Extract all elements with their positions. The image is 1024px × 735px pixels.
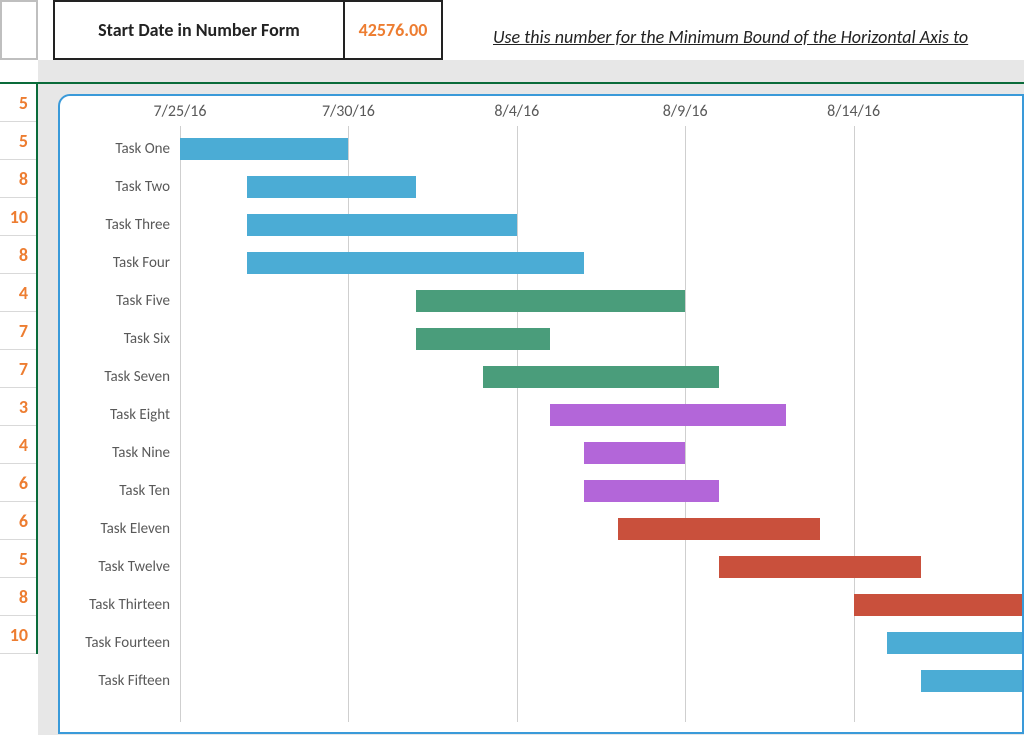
task-bar[interactable]	[618, 518, 820, 540]
chart-container: 7/25/16 7/30/16 8/4/16 8/9/16 8/14/16 Task On…	[38, 82, 1024, 735]
task-bar[interactable]	[247, 176, 415, 198]
task-row: Task Two	[60, 168, 1022, 206]
task-label: Task Six	[60, 330, 180, 348]
task-label: Task Three	[60, 216, 180, 234]
x-tick-label: 8/4/16	[494, 102, 539, 121]
duration-cell[interactable]: 5	[0, 84, 36, 122]
duration-cell[interactable]: 3	[0, 388, 36, 426]
duration-cell[interactable]: 4	[0, 274, 36, 312]
header-row: Start Date in Number Form 42576.00 Use t…	[0, 0, 1024, 60]
plot-area: 7/25/167/30/168/4/168/9/168/14/16Task On…	[180, 126, 1022, 722]
task-bar[interactable]	[483, 366, 719, 388]
duration-cell[interactable]: 5	[0, 122, 36, 160]
bar-track	[180, 434, 1022, 472]
task-label: Task Thirteen	[60, 596, 180, 614]
task-label: Task Ten	[60, 482, 180, 500]
start-date-label-cell: Start Date in Number Form	[53, 0, 343, 60]
task-row: Task Eleven	[60, 510, 1022, 548]
task-label: Task Twelve	[60, 558, 180, 576]
task-label: Task Five	[60, 292, 180, 310]
bar-track	[180, 320, 1022, 358]
task-row: Task Seven	[60, 358, 1022, 396]
bar-track	[180, 586, 1022, 624]
x-tick-label: 8/14/16	[827, 102, 880, 121]
task-row: Task Four	[60, 244, 1022, 282]
bar-track	[180, 358, 1022, 396]
bar-track	[180, 624, 1022, 662]
task-label: Task Two	[60, 178, 180, 196]
bar-track	[180, 244, 1022, 282]
task-row: Task Three	[60, 206, 1022, 244]
duration-column: 55810847734665810	[0, 82, 38, 654]
task-label: Task Seven	[60, 368, 180, 386]
task-bar[interactable]	[719, 556, 921, 578]
task-label: Task Four	[60, 254, 180, 272]
duration-cell[interactable]: 8	[0, 236, 36, 274]
task-label: Task Fifteen	[60, 672, 180, 690]
bar-track	[180, 206, 1022, 244]
task-bar[interactable]	[550, 404, 786, 426]
task-bar[interactable]	[416, 290, 685, 312]
hint-cell: Use this number for the Minimum Bound of…	[443, 0, 1024, 60]
task-row: Task One	[60, 130, 1022, 168]
bar-track	[180, 168, 1022, 206]
task-bar[interactable]	[854, 594, 1022, 616]
start-date-label: Start Date in Number Form	[98, 19, 300, 41]
duration-cell[interactable]: 6	[0, 464, 36, 502]
task-bar[interactable]	[247, 214, 516, 236]
bar-track	[180, 510, 1022, 548]
task-bar[interactable]	[247, 252, 584, 274]
bar-track	[180, 130, 1022, 168]
task-row: Task Ten	[60, 472, 1022, 510]
task-label: Task Nine	[60, 444, 180, 462]
task-bar[interactable]	[584, 480, 719, 502]
gantt-chart[interactable]: 7/25/16 7/30/16 8/4/16 8/9/16 8/14/16 Task On…	[58, 94, 1024, 734]
duration-cell[interactable]: 8	[0, 578, 36, 616]
duration-cell[interactable]: 7	[0, 312, 36, 350]
task-bar[interactable]	[887, 632, 1024, 654]
task-bar[interactable]	[416, 328, 551, 350]
duration-cell[interactable]: 8	[0, 160, 36, 198]
task-label: Task Fourteen	[60, 634, 180, 652]
task-row: Task Five	[60, 282, 1022, 320]
duration-cell[interactable]: 5	[0, 540, 36, 578]
task-row: Task Thirteen	[60, 586, 1022, 624]
bar-track	[180, 472, 1022, 510]
x-tick-label: 7/30/16	[322, 102, 375, 121]
bar-track	[180, 282, 1022, 320]
task-row: Task Nine	[60, 434, 1022, 472]
task-row: Task Eight	[60, 396, 1022, 434]
task-label: Task Eleven	[60, 520, 180, 538]
hint-text: Use this number for the Minimum Bound of…	[493, 26, 968, 48]
task-bar[interactable]	[584, 442, 685, 464]
task-row: Task Twelve	[60, 548, 1022, 586]
start-date-value-cell[interactable]: 42576.00	[343, 0, 443, 60]
task-bar[interactable]	[921, 670, 1024, 692]
x-tick-label: 7/25/16	[154, 102, 207, 121]
task-row: Task Six	[60, 320, 1022, 358]
bar-track	[180, 396, 1022, 434]
task-label: Task One	[60, 140, 180, 158]
duration-cell[interactable]: 10	[0, 198, 36, 236]
task-bar[interactable]	[180, 138, 348, 160]
bar-track	[180, 662, 1022, 700]
duration-cell[interactable]: 7	[0, 350, 36, 388]
duration-cell[interactable]: 6	[0, 502, 36, 540]
duration-cell[interactable]: 10	[0, 616, 36, 654]
bar-track	[180, 548, 1022, 586]
task-row: Task Fifteen	[60, 662, 1022, 700]
x-tick-label: 8/9/16	[663, 102, 708, 121]
spacer-row	[38, 60, 1024, 82]
task-row: Task Fourteen	[60, 624, 1022, 662]
task-label: Task Eight	[60, 406, 180, 424]
blank-cell	[0, 0, 38, 60]
start-date-value: 42576.00	[359, 19, 428, 41]
duration-cell[interactable]: 4	[0, 426, 36, 464]
